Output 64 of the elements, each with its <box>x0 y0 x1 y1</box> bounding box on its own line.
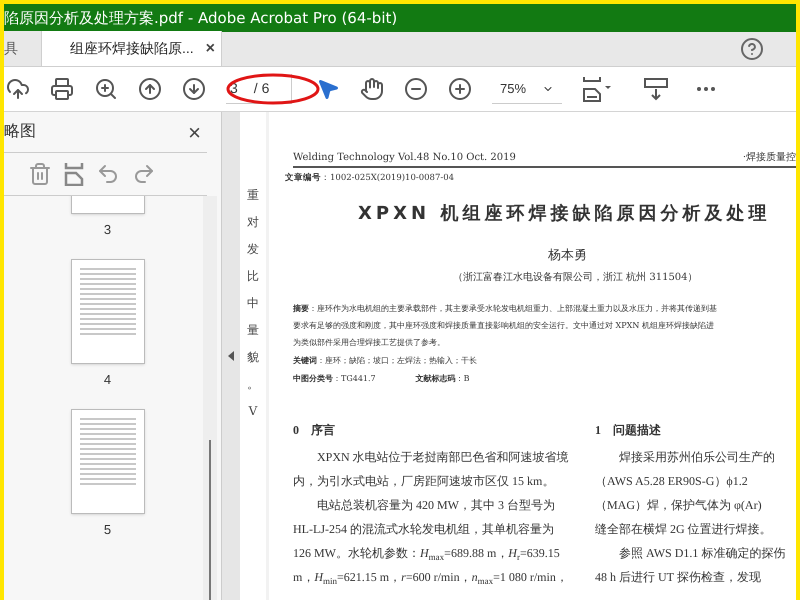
trash-icon[interactable] <box>28 162 52 186</box>
text-fragment: 貌 <box>247 349 259 366</box>
text-fragment: 中 <box>247 295 259 312</box>
body-text: （AWS A5.28 ER90S-G）ϕ1.2 <box>595 473 749 490</box>
body-text: 参照 AWS D1.1 标准确定的探伤 <box>618 545 786 562</box>
document-code: 文献标志码：B <box>416 372 470 386</box>
body-text: （MAG）焊，保护气体为 φ(Ar) <box>595 497 763 514</box>
page-number: 5 <box>104 522 112 537</box>
classification-code: 中图分类号：TG441.7 <box>293 372 376 386</box>
text-fragment: V <box>248 403 258 420</box>
cursor-icon[interactable] <box>316 77 340 101</box>
page-number: 4 <box>104 372 112 387</box>
arrow-down-icon[interactable] <box>182 77 206 101</box>
fit-page-icon[interactable] <box>582 76 614 102</box>
section-header: ·焊接质量控 <box>742 150 796 165</box>
document-tab[interactable]: 具 <box>4 31 42 66</box>
page-thumbnail[interactable] <box>70 409 144 514</box>
body-text: 48 h 后进行 UT 探伤检查，发现 <box>595 569 762 586</box>
collapse-arrow-icon[interactable] <box>228 351 234 361</box>
body-text: 焊接采用苏州伯乐公司生产的 <box>618 449 776 466</box>
text-fragment: 对 <box>247 214 259 231</box>
abstract-text: 关键词：座环；缺陷；坡口；左焊法；热输入；干长 <box>293 354 478 368</box>
hand-icon[interactable] <box>360 77 384 101</box>
cloud-upload-icon[interactable] <box>6 77 30 101</box>
close-tab-button[interactable]: × <box>206 36 216 60</box>
text-fragment: 。 <box>247 376 259 393</box>
zoom-in-icon[interactable] <box>448 77 472 101</box>
body-text: 126 MW。水轮机参数：H$_{max}$=689.88 m，H$_{r}$=639.15 <box>293 545 561 564</box>
abstract-text: 要求有足够的强度和刚度，其中座环强度和焊接质量直接影响机组的安全运行。文中通过对 XPXN 机组座环焊接缺陷进 <box>293 320 715 332</box>
body-text: HL-LJ-254 的混流式水轮发电机组，其单机容量为 <box>293 521 555 538</box>
document-tab[interactable]: 组座环焊接缺陷原... × <box>42 31 222 66</box>
search-icon[interactable] <box>94 77 118 101</box>
help-icon[interactable] <box>740 37 764 61</box>
body-text: m，H$_{min}$=621.15 m，r=600 r/min，n$_{max}$=1 080 r/min， <box>293 569 569 588</box>
zoom-dropdown[interactable]: 75% <box>492 74 562 104</box>
sidebar-title: 略图 <box>4 122 36 142</box>
print-icon[interactable] <box>50 77 74 101</box>
text-fragment: 发 <box>247 241 259 258</box>
body-text: 内，为引水式电站，厂房距阿速坡市区仅 15 km。 <box>293 473 556 490</box>
text-fragment: 量 <box>247 322 259 339</box>
journal-header: Welding Technology Vol.48 No.10 Oct. 2019 <box>293 151 516 165</box>
section-heading: 1 问题描述 <box>595 422 662 440</box>
section-heading: 0 序言 <box>293 422 336 440</box>
page-thumbnail[interactable] <box>70 259 144 364</box>
text-fragment: 重 <box>247 187 259 204</box>
body-text: 缝全部在横焊 2G 位置进行焊接。 <box>595 521 773 538</box>
keyboard-down-icon[interactable] <box>644 77 668 101</box>
window-title: 陷原因分析及处理方案.pdf - Adobe Acrobat Pro (64-bit) <box>4 8 398 29</box>
extract-page-icon[interactable] <box>64 162 84 186</box>
redo-icon[interactable] <box>132 162 156 186</box>
abstract-text: 摘要：座环作为水电机组的主要承载部件，其主要承受水轮发电机组重力、上部混凝土重力以及水压力，并将其传递到基 <box>293 302 718 316</box>
affiliation: （浙江富春江水电设备有限公司，浙江 杭州 311504） <box>453 270 699 286</box>
arrow-up-icon[interactable] <box>138 77 162 101</box>
page-number: 3 <box>104 222 112 237</box>
undo-icon[interactable] <box>96 162 120 186</box>
body-text: XPXN 水电站位于老挝南部巴色省和阿速坡省境 <box>316 449 570 466</box>
text-fragment: 比 <box>247 268 259 285</box>
author: 杨本勇 <box>548 246 588 265</box>
article-number: 文章编号：1002-025X(2019)10-0087-04 <box>285 172 456 185</box>
abstract-text: 为类似部件采用合理焊接工艺提供了参考。 <box>293 337 446 350</box>
article-title: XPXN 机组座环焊接缺陷原因分析及处理 <box>358 202 772 226</box>
body-text: 电站总装机容量为 420 MW，其中 3 台型号为 <box>316 497 556 514</box>
zoom-out-icon[interactable] <box>404 77 428 101</box>
close-sidebar-button[interactable]: × <box>188 116 201 148</box>
